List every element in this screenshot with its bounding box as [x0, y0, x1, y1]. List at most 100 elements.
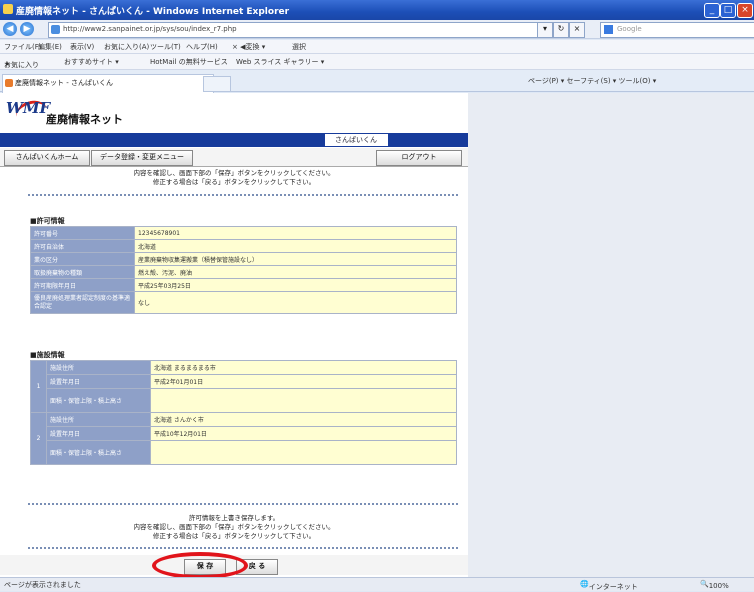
window-title-bar: 産廃情報ネット - さんぱいくん - Windows Internet Expl… — [0, 0, 754, 20]
page-icon — [51, 25, 60, 34]
favorites-bar: ★ お気に入り おすすめサイト ▾ HotMail の無料サービス Web スラ… — [0, 54, 754, 70]
facility-index: 1 — [30, 360, 47, 413]
table-row: 2 施設住所 北海道 さんかく市 — [30, 412, 457, 465]
fav-hotmail[interactable]: HotMail の無料サービス — [150, 57, 228, 67]
table-row: 面積・保管上限・積上高さ — [31, 388, 457, 413]
bottom-message-1: 許可情報を上書き保存します。 — [188, 514, 280, 522]
top-message-2: 修正する場合は「戻る」ボタンをクリックして下さい。 — [152, 178, 316, 186]
page-background — [468, 93, 754, 577]
back-icon[interactable]: ◀ — [3, 22, 17, 36]
facility-label: 設置年月日 — [46, 374, 151, 389]
table-row: 業の区分 産業廃棄物収集運搬業（積替保管施設なし） — [30, 252, 457, 266]
bottom-message-3: 修正する場合は「戻る」ボタンをクリックして下さい。 — [152, 532, 316, 540]
home-button[interactable]: さんぱいくんホーム — [4, 150, 90, 166]
zone-label: 🌐 インターネット — [580, 580, 638, 591]
maximize-button[interactable]: □ — [720, 3, 736, 18]
permit-label: 業の区分 — [30, 252, 135, 266]
permit-value: なし — [134, 291, 457, 314]
page-content: WMF 産廃情報ネット さんぱいくん さんぱいくんホーム データ登録・変更メニュ… — [0, 93, 754, 577]
table-row: 取扱廃棄物の種類 燃え殻、汚泥、廃油 — [30, 265, 457, 279]
user-label: さんぱいくん — [325, 134, 386, 146]
menu-tools[interactable]: ツール(T) — [150, 42, 181, 52]
facility-label: 面積・保管上限・積上高さ — [46, 440, 151, 465]
command-bar[interactable]: ページ(P) ▾ セーフティ(S) ▾ ツール(O) ▾ — [528, 76, 656, 86]
table-row: 面積・保管上限・積上高さ — [31, 440, 457, 465]
tab-favicon — [5, 79, 13, 87]
status-text: ページが表示されました — [4, 581, 81, 589]
top-message-1: 内容を確認し、画面下部の「保存」ボタンをクリックしてください。 — [133, 169, 335, 177]
divider — [28, 194, 458, 196]
address-url: http://www2.sanpainet.or.jp/sys/sou/inde… — [63, 25, 237, 33]
facility-value — [150, 440, 457, 465]
window-title: 産廃情報ネット - さんぱいくん - Windows Internet Expl… — [16, 7, 290, 17]
ie-icon — [3, 4, 13, 14]
facility-label: 設置年月日 — [46, 426, 151, 441]
divider — [28, 547, 458, 549]
logo-mark: WMF — [6, 99, 51, 117]
permit-value: 12345678901 — [134, 226, 457, 240]
forward-icon[interactable]: ▶ — [20, 22, 34, 36]
menu-convert[interactable]: × ◀変換 ▾ — [232, 42, 265, 52]
facility-value: 北海道 まるまるまる市 — [150, 360, 457, 375]
permit-heading: ■許可情報 — [30, 217, 65, 225]
status-bar: ページが表示されました 🌐 インターネット 🔍 100% — [0, 577, 754, 591]
google-icon — [604, 25, 613, 34]
table-row: 設置年月日 平成10年12月01日 — [31, 426, 457, 441]
divider — [28, 503, 458, 505]
browser-tab[interactable]: 産廃情報ネット - さんぱいくん — [2, 74, 214, 93]
zoom-level: 100% — [708, 582, 729, 590]
menu-file[interactable]: ファイル(F) — [4, 42, 42, 52]
facility-value: 平成2年01月01日 — [150, 374, 457, 389]
permit-label: 優良産廃処理業者認定制度の基準適合認定 — [30, 291, 135, 314]
menu-help[interactable]: ヘルプ(H) — [186, 42, 218, 52]
menu-edit[interactable]: 編集(E) — [38, 42, 62, 52]
site-logo[interactable]: WMF 産廃情報ネット — [6, 97, 136, 130]
tab-bar: 産廃情報ネット - さんぱいくん ページ(P) ▾ セーフティ(S) ▾ ツール… — [0, 70, 754, 93]
compat-view-icon[interactable]: ▾ — [537, 22, 553, 38]
header-bar: さんぱいくん — [0, 133, 468, 147]
data-menu-button[interactable]: データ登録・変更メニュー — [91, 150, 193, 166]
tab-title: 産廃情報ネット - さんぱいくん — [15, 79, 113, 87]
permit-label: 許可自治体 — [30, 239, 135, 253]
table-row: 許可自治体 北海道 — [30, 239, 457, 253]
search-input[interactable]: Google — [600, 22, 754, 38]
site-nav: さんぱいくんホーム データ登録・変更メニュー ログアウト — [0, 148, 468, 167]
permit-table: 許可番号 12345678901 許可自治体 北海道 業の区分 産業廃棄物収集運搬業（… — [30, 226, 457, 314]
new-tab-button[interactable] — [203, 76, 231, 92]
fav-webslice[interactable]: Web スライス ギャラリー ▾ — [236, 57, 324, 67]
facility-value — [150, 388, 457, 413]
permit-label: 許可番号 — [30, 226, 135, 240]
logout-button[interactable]: ログアウト — [376, 150, 462, 166]
zoom-button[interactable]: 🔍 100% — [700, 580, 729, 590]
facility-value: 平成10年12月01日 — [150, 426, 457, 441]
refresh-icon[interactable]: ↻ — [553, 22, 569, 38]
logo-name: 産廃情報ネット — [46, 113, 123, 126]
minimize-button[interactable]: _ — [704, 3, 720, 18]
permit-value: 産業廃棄物収集運搬業（積替保管施設なし） — [134, 252, 457, 266]
permit-value: 北海道 — [134, 239, 457, 253]
fav-recommended[interactable]: おすすめサイト ▾ — [64, 57, 119, 67]
permit-value: 平成25年03月25日 — [134, 278, 457, 292]
table-row: 設置年月日 平成2年01月01日 — [31, 374, 457, 389]
address-toolbar: ◀ ▶ http://www2.sanpainet.or.jp/sys/sou/… — [0, 20, 754, 39]
search-placeholder: Google — [617, 25, 642, 33]
table-row: 許可番号 12345678901 — [30, 226, 457, 240]
menu-bar: ファイル(F) 編集(E) 表示(V) お気に入り(A) ツール(T) ヘルプ(… — [0, 40, 754, 54]
highlight-annotation — [152, 552, 248, 577]
menu-select[interactable]: 選択 — [292, 42, 306, 52]
stop-icon[interactable]: × — [569, 22, 585, 38]
permit-value: 燃え殻、汚泥、廃油 — [134, 265, 457, 279]
menu-favorites[interactable]: お気に入り(A) — [104, 42, 149, 52]
facility-label: 施設住所 — [46, 360, 151, 375]
table-row: 優良産廃処理業者認定制度の基準適合認定 なし — [30, 291, 457, 314]
permit-label: 許可期限年月日 — [30, 278, 135, 292]
facility-value: 北海道 さんかく市 — [150, 412, 457, 427]
close-button[interactable]: × — [737, 3, 753, 18]
table-row: 許可期限年月日 平成25年03月25日 — [30, 278, 457, 292]
address-bar[interactable]: http://www2.sanpainet.or.jp/sys/sou/inde… — [48, 22, 549, 38]
menu-view[interactable]: 表示(V) — [70, 42, 94, 52]
facility-label: 面積・保管上限・積上高さ — [46, 388, 151, 413]
facility-table: 1 施設住所 北海道 まるまるまる市 設置年月日 平成2年01月01日 面積・保管上限… — [30, 360, 457, 465]
table-row: 1 施設住所 北海道 まるまるまる市 — [30, 360, 457, 413]
facility-label: 施設住所 — [46, 412, 151, 427]
